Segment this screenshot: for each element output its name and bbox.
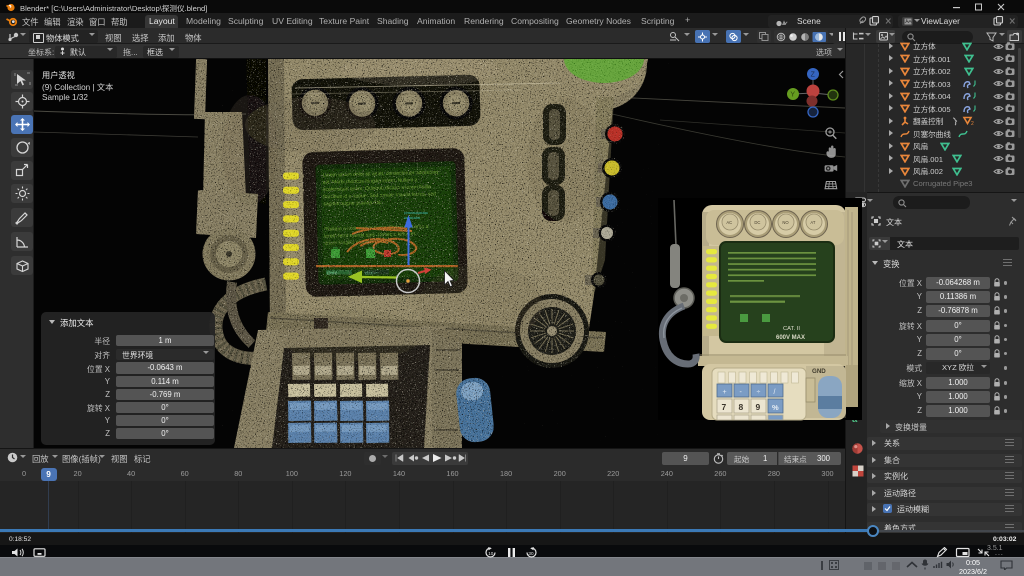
- svg-text:NO: NO: [782, 220, 789, 225]
- svg-text:AC: AC: [726, 220, 732, 225]
- svg-text:Z: Z: [811, 72, 816, 79]
- svg-text:Omd: Omd: [327, 271, 337, 276]
- svg-text:AT: AT: [810, 220, 815, 225]
- svg-text:clari=*: clari=*: [365, 271, 378, 276]
- svg-text:GND: GND: [812, 368, 826, 375]
- svg-text:+: +: [723, 389, 727, 396]
- svg-text:%: %: [772, 403, 779, 412]
- svg-text:9: 9: [756, 402, 761, 412]
- svg-text:8: 8: [739, 402, 744, 412]
- svg-text:÷: ÷: [757, 389, 761, 396]
- svg-text:Y: Y: [790, 92, 795, 99]
- svg-text:10: 10: [488, 551, 494, 556]
- svg-text:DC: DC: [754, 220, 760, 225]
- svg-text:/: /: [774, 389, 776, 396]
- svg-text:7: 7: [722, 402, 727, 412]
- svg-text:600V MAX: 600V MAX: [776, 335, 805, 341]
- svg-text:CAT. II: CAT. II: [783, 326, 800, 332]
- svg-text:30: 30: [528, 551, 534, 556]
